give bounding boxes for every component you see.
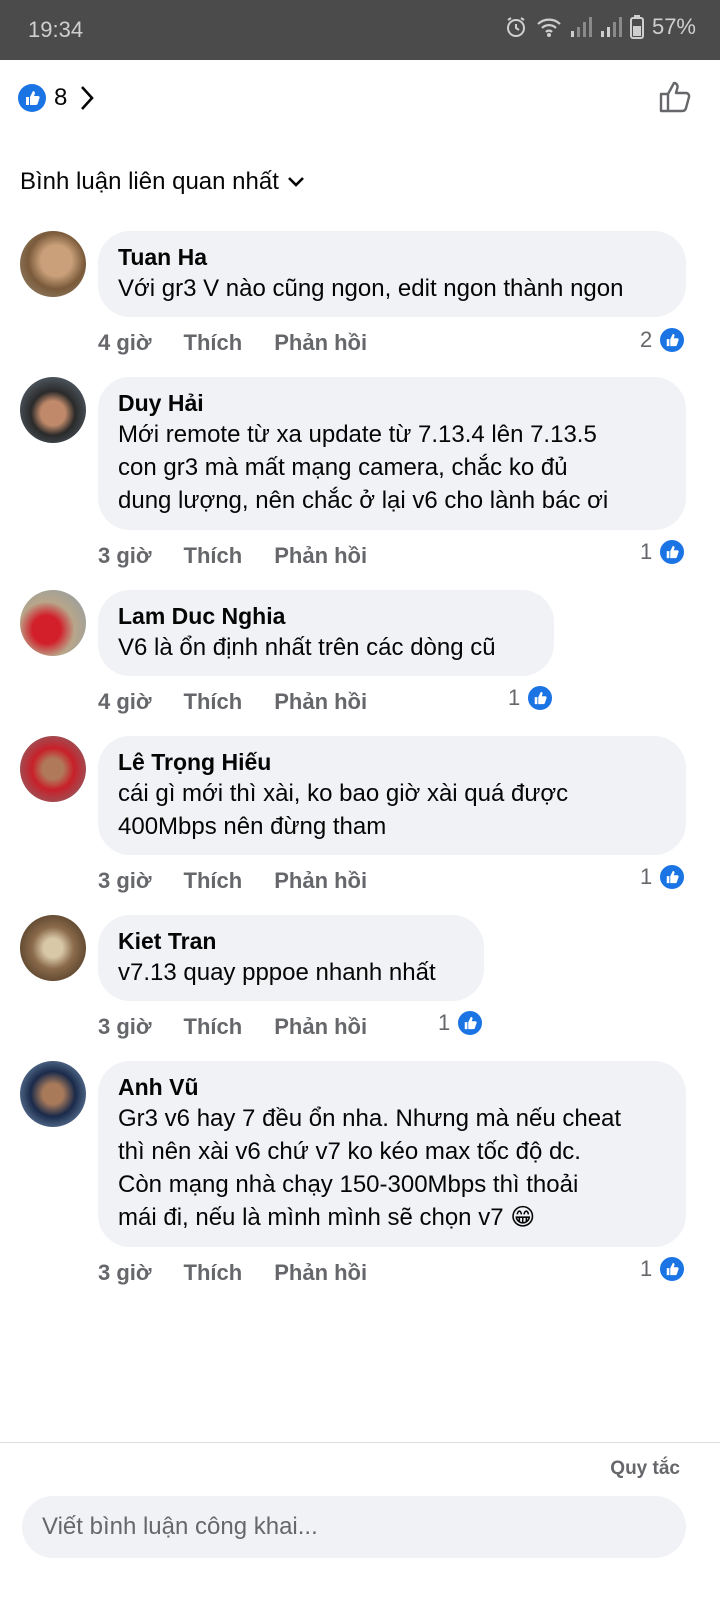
signal-icon-2 bbox=[600, 17, 622, 37]
avatar[interactable] bbox=[20, 915, 86, 981]
comment-actions: 3 giờ Thích Phản hồi bbox=[98, 868, 367, 894]
signal-icon bbox=[570, 17, 592, 37]
like-reaction-icon bbox=[658, 538, 687, 566]
comment-reactions[interactable]: 1 bbox=[508, 684, 555, 712]
reaction-count: 1 bbox=[640, 864, 653, 889]
comment-bubble: Tuan Ha Với gr3 V nào cũng ngon, edit ng… bbox=[98, 231, 686, 317]
comment-text: Với gr3 V nào cũng ngon, edit ngon thành… bbox=[118, 275, 624, 302]
comment-text: Gr3 v6 hay 7 đều ổn nha. Nhưng mà nếu ch… bbox=[118, 1105, 622, 1132]
comment-time[interactable]: 3 giờ bbox=[98, 543, 152, 569]
wifi-icon bbox=[537, 18, 561, 37]
status-bar: 19:34 57% bbox=[0, 0, 720, 60]
comment-text: thì nên xài v6 chứ v7 ko kéo max tốc độ … bbox=[118, 1138, 581, 1165]
comment-author[interactable]: Anh Vũ bbox=[118, 1072, 666, 1102]
avatar[interactable] bbox=[20, 736, 86, 802]
avatar[interactable] bbox=[20, 1061, 86, 1127]
comment-bubble: Lam Duc Nghia V6 là ổn định nhất trên cá… bbox=[98, 590, 554, 676]
comment-author[interactable]: Tuan Ha bbox=[118, 242, 666, 272]
comment-reactions[interactable]: 2 bbox=[640, 326, 687, 354]
comment-author[interactable]: Lam Duc Nghia bbox=[118, 601, 534, 631]
reactions-summary[interactable]: 8 bbox=[18, 84, 95, 112]
comment-bubble: Kiet Tran v7.13 quay pppoe nhanh nhất bbox=[98, 915, 484, 1001]
battery-percent: 57% bbox=[651, 14, 696, 39]
comment-reactions[interactable]: 1 bbox=[438, 1009, 485, 1037]
battery-icon bbox=[629, 15, 644, 39]
comment-text: cái gì mới thì xài, ko bao giờ xài quá đ… bbox=[118, 780, 569, 807]
reaction-count: 1 bbox=[640, 1256, 653, 1281]
like-reaction-icon bbox=[658, 863, 687, 891]
comment-actions: 4 giờ Thích Phản hồi bbox=[98, 689, 367, 715]
comment-bubble: Duy Hải Mới remote từ xa update từ 7.13.… bbox=[98, 377, 686, 530]
comment-bubble: Anh Vũ Gr3 v6 hay 7 đều ổn nha. Nhưng mà… bbox=[98, 1061, 686, 1247]
comment-text: mái đi, nếu là mình mình sẽ chọn v7 😁 bbox=[118, 1204, 536, 1231]
reaction-count: 2 bbox=[640, 327, 653, 352]
comment-author[interactable]: Duy Hải bbox=[118, 388, 666, 418]
reply-button[interactable]: Phản hồi bbox=[274, 1260, 367, 1286]
comment-input[interactable] bbox=[22, 1496, 686, 1558]
reply-button[interactable]: Phản hồi bbox=[274, 330, 367, 356]
comment-actions: 4 giờ Thích Phản hồi bbox=[98, 330, 367, 356]
like-reaction-icon bbox=[526, 684, 555, 712]
comment-author[interactable]: Lê Trọng Hiếu bbox=[118, 747, 666, 777]
like-button[interactable]: Thích bbox=[184, 868, 243, 894]
sort-dropdown[interactable]: Bình luận liên quan nhất bbox=[20, 168, 305, 196]
comment-time[interactable]: 4 giờ bbox=[98, 330, 152, 356]
comment-actions: 3 giờ Thích Phản hồi bbox=[98, 543, 367, 569]
avatar[interactable] bbox=[20, 377, 86, 443]
like-count: 8 bbox=[54, 84, 68, 111]
comment-time[interactable]: 3 giờ bbox=[98, 868, 152, 894]
rules-link[interactable]: Quy tắc bbox=[610, 1458, 680, 1480]
avatar[interactable] bbox=[20, 590, 86, 656]
like-reaction-icon bbox=[456, 1009, 485, 1037]
comment-text: V6 là ổn định nhất trên các dòng cũ bbox=[118, 634, 496, 661]
comment-text: dung lượng, nên chắc ở lại v6 cho lành b… bbox=[118, 487, 609, 514]
like-reaction-icon bbox=[18, 84, 46, 112]
like-post-icon[interactable] bbox=[658, 80, 692, 114]
comment-reactions[interactable]: 1 bbox=[640, 538, 687, 566]
comment-text: Còn mạng nhà chạy 150-300Mbps thì thoải bbox=[118, 1171, 579, 1198]
chevron-down-icon bbox=[287, 177, 304, 187]
comment-author[interactable]: Kiet Tran bbox=[118, 926, 464, 956]
comment-text: con gr3 mà mất mạng camera, chắc ko đủ bbox=[118, 454, 568, 481]
reaction-count: 1 bbox=[438, 1010, 451, 1035]
reaction-count: 1 bbox=[640, 539, 653, 564]
comment-reactions[interactable]: 1 bbox=[640, 1255, 687, 1283]
footer-divider bbox=[0, 1442, 720, 1443]
avatar[interactable] bbox=[20, 231, 86, 297]
comment-reactions[interactable]: 1 bbox=[640, 863, 687, 891]
comment-time[interactable]: 3 giờ bbox=[98, 1260, 152, 1286]
like-reaction-icon bbox=[658, 1255, 687, 1283]
reactions-header: 8 bbox=[0, 60, 720, 140]
comment-time[interactable]: 3 giờ bbox=[98, 1014, 152, 1040]
comment-text: Mới remote từ xa update từ 7.13.4 lên 7.… bbox=[118, 421, 597, 448]
like-button[interactable]: Thích bbox=[184, 1014, 243, 1040]
status-icons: 57% bbox=[504, 14, 696, 40]
reply-button[interactable]: Phản hồi bbox=[274, 868, 367, 894]
like-button[interactable]: Thích bbox=[184, 330, 243, 356]
like-reaction-icon bbox=[658, 326, 687, 354]
comment-text: v7.13 quay pppoe nhanh nhất bbox=[118, 959, 436, 986]
alarm-icon bbox=[506, 17, 525, 37]
reaction-count: 1 bbox=[508, 685, 521, 710]
sort-label: Bình luận liên quan nhất bbox=[20, 168, 279, 195]
like-button[interactable]: Thích bbox=[184, 543, 243, 569]
reply-button[interactable]: Phản hồi bbox=[274, 1014, 367, 1040]
comment-bubble: Lê Trọng Hiếu cái gì mới thì xài, ko bao… bbox=[98, 736, 686, 855]
chevron-right-icon bbox=[81, 86, 95, 110]
comment-text: 400Mbps nên đừng tham bbox=[118, 813, 387, 840]
reply-button[interactable]: Phản hồi bbox=[274, 543, 367, 569]
comment-actions: 3 giờ Thích Phản hồi bbox=[98, 1014, 367, 1040]
reply-button[interactable]: Phản hồi bbox=[274, 689, 367, 715]
comment-time[interactable]: 4 giờ bbox=[98, 689, 152, 715]
like-button[interactable]: Thích bbox=[184, 689, 243, 715]
comment-actions: 3 giờ Thích Phản hồi bbox=[98, 1260, 367, 1286]
status-time: 19:34 bbox=[28, 17, 84, 42]
like-button[interactable]: Thích bbox=[184, 1260, 243, 1286]
